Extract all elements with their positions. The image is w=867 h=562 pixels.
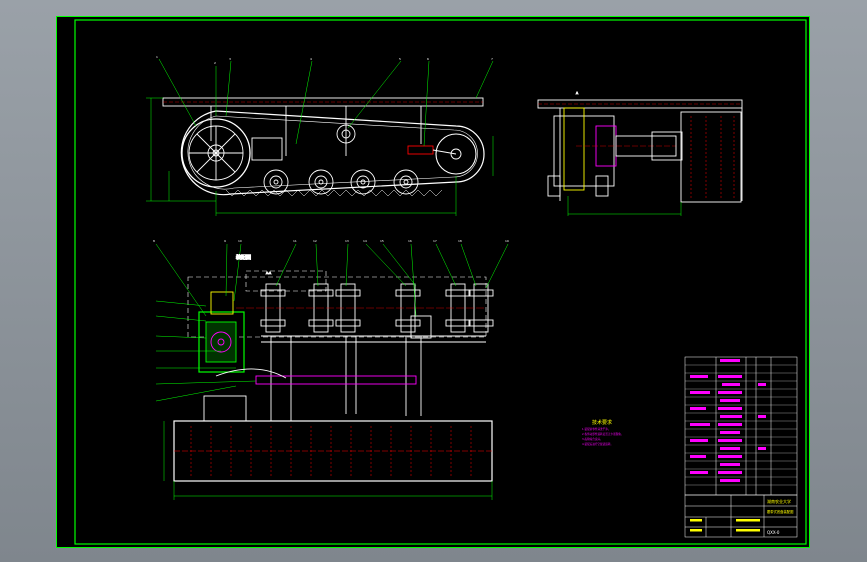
side-view: 1 2 3 4 5 6 7 [146,55,494,216]
assembly-title: 装配图 [236,254,251,261]
title-drawing-name: 履带式底盘装配图 [767,509,794,514]
svg-text:7: 7 [491,57,493,61]
title-school: 湖南农业大学 [767,498,791,504]
svg-text:14: 14 [363,239,367,243]
section-view: 8 9 10 11 12 13 14 15 16 17 18 19 装配图 A-… [153,239,509,500]
svg-text:17: 17 [433,239,437,243]
svg-text:18: 18 [458,239,462,243]
front-view: A [537,91,743,216]
svg-text:19: 19 [505,239,509,243]
track-block [173,420,493,482]
note-4: 4.装配后进行空载试运转。 [582,442,613,446]
svg-text:10: 10 [238,239,242,243]
svg-text:3: 3 [229,57,231,61]
section-label: A-A [266,271,272,275]
svg-text:11: 11 [293,239,297,243]
title-drawing-number: QXX-0 [767,530,780,535]
sprocket-sets [260,283,494,339]
svg-text:6: 6 [427,57,429,61]
svg-text:12: 12 [313,239,317,243]
svg-text:15: 15 [380,239,384,243]
drawing-sheet: 1 2 3 4 5 6 7 A 8 9 10 11 12 13 14 15 16… [56,16,810,548]
note-2: 2.各传动部件运转灵活无卡滞现象。 [582,432,623,436]
svg-text:5: 5 [399,57,401,61]
svg-text:16: 16 [408,239,412,243]
technical-notes: 技术要求 1.装配前零件清洗干净。 2.各传动部件运转灵活无卡滞现象。 3.齿轮… [582,419,623,446]
parts-list [684,356,798,496]
title-block: 湖南农业大学 履带式底盘装配图 QXX-0 [684,494,798,538]
sheet-inner-frame [74,19,807,545]
svg-text:1: 1 [156,55,158,59]
svg-text:4: 4 [310,57,312,61]
note-3: 3.齿轮啮合良好。 [582,437,603,441]
drawing-canvas: 1 2 3 4 5 6 7 A 8 9 10 11 12 13 14 15 16… [56,16,810,548]
svg-text:9: 9 [224,239,226,243]
svg-text:2: 2 [214,61,216,65]
notes-title: 技术要求 [592,419,612,426]
note-1: 1.装配前零件清洗干净。 [582,427,610,431]
cad-viewport[interactable]: 1 2 3 4 5 6 7 A 8 9 10 11 12 13 14 15 16… [0,0,867,562]
sheet-outer-border [56,16,810,548]
view-label-a: A [576,91,579,95]
svg-text:8: 8 [153,239,155,243]
road-wheels [263,169,419,195]
svg-text:13: 13 [345,239,349,243]
